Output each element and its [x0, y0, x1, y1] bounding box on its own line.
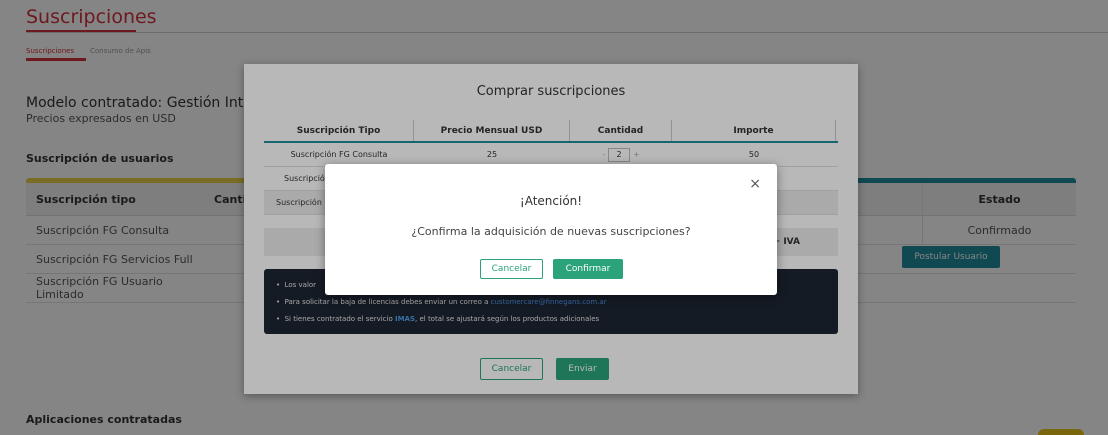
confirm-cancel-button[interactable]: Cancelar — [480, 259, 543, 279]
confirmar-button[interactable]: Confirmar — [553, 259, 623, 279]
confirm-modal-title: ¡Atención! — [519, 194, 583, 208]
confirm-modal: × ¡Atención! ¿Confirma la adquisición de… — [325, 164, 777, 295]
confirm-modal-message: ¿Confirma la adquisición de nuevas suscr… — [411, 225, 691, 238]
close-icon[interactable]: × — [749, 176, 761, 192]
